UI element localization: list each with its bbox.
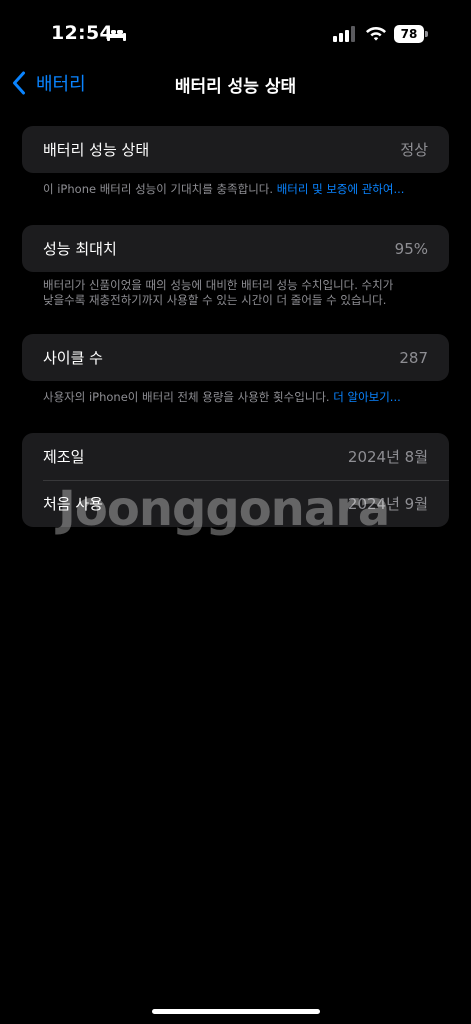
max-capacity-label: 성능 최대치 — [43, 240, 117, 258]
cycle-count-row: 사이클 수 287 — [22, 334, 449, 381]
battery-health-footer-text: 이 iPhone 배터리 성능이 기대치를 충족합니다. — [43, 182, 277, 196]
cellular-signal-icon — [333, 26, 355, 42]
battery-health-label: 배터리 성능 상태 — [43, 141, 150, 159]
manufacture-date-row: 제조일 2024년 8월 — [22, 433, 449, 480]
battery-cap — [425, 31, 428, 37]
battery-warranty-link[interactable]: 배터리 및 보증에 관하여... — [277, 182, 405, 196]
first-use-label: 처음 사용 — [43, 495, 103, 513]
learn-more-link[interactable]: 더 알아보기... — [333, 390, 401, 404]
status-time: 12:54 — [51, 22, 113, 44]
sleep-bed-icon — [107, 28, 126, 41]
battery-health-row: 배터리 성능 상태 정상 — [22, 126, 449, 173]
battery-level: 78 — [394, 25, 424, 43]
cycle-count-label: 사이클 수 — [43, 349, 103, 367]
manufacture-date-value: 2024년 8월 — [347, 448, 428, 466]
max-capacity-footer-line1: 배터리가 신품이었을 때의 성능에 대비한 배터리 성능 수치입니다. 수치가 — [43, 278, 394, 292]
page-title: 배터리 성능 상태 — [174, 77, 297, 97]
battery-health-footer: 이 iPhone 배터리 성능이 기대치를 충족합니다. 배터리 및 보증에 관… — [43, 182, 433, 197]
battery-health-screen: 12:54 78 배터리 배터리 성능 상태 배터리 성능 상태 정상 이 iP… — [0, 0, 471, 1024]
battery-icon: 78 — [394, 25, 428, 43]
battery-health-card: 배터리 성능 상태 정상 — [22, 126, 449, 173]
first-use-row: 처음 사용 2024년 9월 — [22, 480, 449, 527]
max-capacity-value: 95% — [394, 239, 428, 258]
cycle-count-footer: 사용자의 iPhone이 배터리 전체 용량을 사용한 횟수입니다. 더 알아보… — [43, 390, 433, 405]
battery-health-value: 정상 — [400, 141, 428, 159]
cycle-count-footer-text: 사용자의 iPhone이 배터리 전체 용량을 사용한 횟수입니다. — [43, 390, 334, 404]
manufacture-date-label: 제조일 — [43, 448, 85, 466]
max-capacity-footer-line2: 낮을수록 재충전하기까지 사용할 수 있는 시간이 더 줄어들 수 있습니다. — [43, 293, 387, 307]
home-indicator[interactable] — [152, 1009, 320, 1014]
wifi-icon — [366, 27, 386, 41]
cycle-count-card: 사이클 수 287 — [22, 334, 449, 381]
max-capacity-footer: 배터리가 신품이었을 때의 성능에 대비한 배터리 성능 수치입니다. 수치가 … — [43, 278, 433, 308]
first-use-value: 2024년 9월 — [347, 495, 428, 513]
max-capacity-row: 성능 최대치 95% — [22, 225, 449, 272]
battery-dates-card: 제조일 2024년 8월 처음 사용 2024년 9월 — [22, 433, 449, 527]
status-bar: 12:54 78 — [0, 0, 471, 70]
navigation-bar: 배터리 배터리 성능 상태 — [0, 62, 471, 106]
max-capacity-card: 성능 최대치 95% — [22, 225, 449, 272]
cycle-count-value: 287 — [399, 348, 428, 367]
